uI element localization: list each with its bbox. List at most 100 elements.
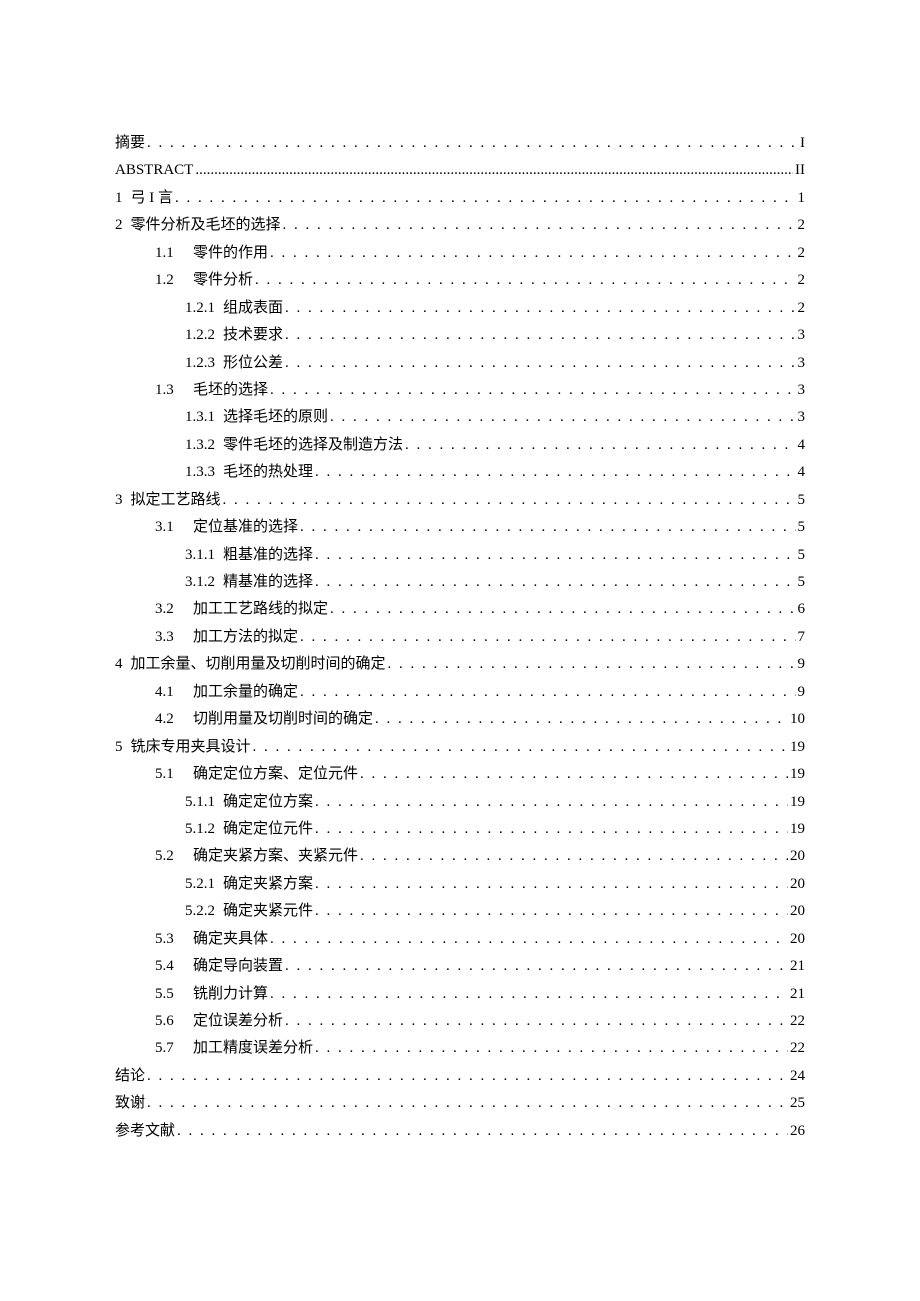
toc-entry-page: 3 xyxy=(798,377,806,404)
toc-entry-number: 3.3 xyxy=(155,624,193,651)
toc-entry-title: 弓 I 言 xyxy=(131,185,174,212)
toc-entry[interactable]: 5.2确定夹紧方案、夹紧元件20 xyxy=(115,843,805,870)
toc-entry[interactable]: 1.3毛坯的选择3 xyxy=(115,377,805,404)
toc-entry-page: 20 xyxy=(790,898,805,925)
toc-entry-page: 3 xyxy=(798,322,806,349)
toc-entry[interactable]: 1.2.3形位公差3 xyxy=(115,350,805,377)
toc-entry[interactable]: 1.2零件分析 2 xyxy=(115,267,805,294)
toc-entry-title: 定位基准的选择 xyxy=(193,514,298,541)
toc-leader-dots xyxy=(147,1063,788,1090)
toc-entry-page: 20 xyxy=(790,871,805,898)
toc-entry-number: 1.2 xyxy=(155,267,193,294)
toc-entry-number: 4.2 xyxy=(155,706,193,733)
toc-entry-page: 2 xyxy=(798,212,806,239)
toc-entry[interactable]: 摘要I xyxy=(115,130,805,157)
toc-leader-dots xyxy=(315,569,795,596)
toc-entry[interactable]: 2零件分析及毛坯的选择2 xyxy=(115,212,805,239)
toc-entry[interactable]: 5.4确定导向装置21 xyxy=(115,953,805,980)
toc-leader-dots xyxy=(270,377,795,404)
toc-leader-dots xyxy=(253,734,788,761)
toc-entry[interactable]: 3.1.1粗基准的选择5 xyxy=(115,542,805,569)
toc-entry[interactable]: 5.2.2确定夹紧元件20 xyxy=(115,898,805,925)
toc-entry-title: 定位误差分析 xyxy=(193,1008,283,1035)
toc-entry[interactable]: 3.3加工方法的拟定7 xyxy=(115,624,805,651)
toc-entry[interactable]: 1.3.3毛坯的热处理 4 xyxy=(115,459,805,486)
toc-entry[interactable]: ABSTRACT II xyxy=(115,157,805,184)
toc-entry[interactable]: 3.1定位基准的选择5 xyxy=(115,514,805,541)
toc-entry-number: 3.1.2 xyxy=(185,569,223,596)
toc-entry[interactable]: 4加工余量、切削用量及切削时间的确定9 xyxy=(115,651,805,678)
toc-entry[interactable]: 3.2加工工艺路线的拟定6 xyxy=(115,596,805,623)
toc-entry[interactable]: 结论24 xyxy=(115,1063,805,1090)
toc-entry-number: 3.2 xyxy=(155,596,193,623)
toc-entry-number: 5.1.1 xyxy=(185,789,223,816)
toc-entry-page: 2 xyxy=(798,267,806,294)
toc-entry[interactable]: 5.6定位误差分析22 xyxy=(115,1008,805,1035)
toc-entry-page: 4 xyxy=(798,432,806,459)
toc-entry[interactable]: 1.3.1选择毛坯的原则 3 xyxy=(115,404,805,431)
toc-entry-page: 22 xyxy=(790,1035,805,1062)
toc-entry-page: 25 xyxy=(790,1090,805,1117)
toc-entry-title: 零件分析及毛坯的选择 xyxy=(131,212,281,239)
toc-entry-page: 3 xyxy=(798,350,806,377)
toc-entry-number: 5.4 xyxy=(155,953,193,980)
toc-entry-number: 5.2.2 xyxy=(185,898,223,925)
toc-entry[interactable]: 5.5铣削力计算21 xyxy=(115,981,805,1008)
toc-entry-page: 3 xyxy=(798,404,806,431)
toc-entry-title: 致谢 xyxy=(115,1090,145,1117)
toc-entry[interactable]: 致谢 25 xyxy=(115,1090,805,1117)
toc-leader-dots xyxy=(175,185,796,212)
toc-leader-dots xyxy=(283,212,796,239)
toc-entry[interactable]: 5.1确定定位方案、定位元件19 xyxy=(115,761,805,788)
toc-entry-page: 6 xyxy=(798,596,806,623)
toc-leader-dots xyxy=(270,926,788,953)
toc-entry-page: 21 xyxy=(790,981,805,1008)
table-of-contents: 摘要IABSTRACTII1弓 I 言12零件分析及毛坯的选择21.1零件的作用… xyxy=(115,130,805,1145)
toc-entry-title: 零件分析 xyxy=(193,267,253,294)
toc-entry[interactable]: 4.1加工余量的确定9 xyxy=(115,679,805,706)
toc-entry-number: 4 xyxy=(115,651,131,678)
toc-leader-dots xyxy=(285,350,795,377)
toc-entry[interactable]: 5.3确定夹具体20 xyxy=(115,926,805,953)
toc-entry[interactable]: 1.2.1组成表面2 xyxy=(115,295,805,322)
toc-entry-number: 1.3.3 xyxy=(185,459,223,486)
toc-entry-page: 4 xyxy=(798,459,806,486)
toc-entry-title: 选择毛坯的原则 xyxy=(223,404,328,431)
toc-entry-page: 19 xyxy=(790,761,805,788)
toc-entry[interactable]: 1.2.2技术要求3 xyxy=(115,322,805,349)
toc-entry-number: 5.6 xyxy=(155,1008,193,1035)
toc-entry-title: ABSTRACT xyxy=(115,157,193,184)
toc-entry[interactable]: 5.1.1确定定位方案19 xyxy=(115,789,805,816)
toc-entry-title: 铣削力计算 xyxy=(193,981,268,1008)
toc-entry-title: 拟定工艺路线 xyxy=(131,487,221,514)
toc-entry-page: I xyxy=(800,130,805,157)
toc-entry-number: 3.1.1 xyxy=(185,542,223,569)
toc-entry-page: II xyxy=(795,157,805,184)
toc-entry[interactable]: 1.3.2零件毛坯的选择及制造方法4 xyxy=(115,432,805,459)
toc-leader-dots xyxy=(285,953,788,980)
toc-entry[interactable]: 1.1零件的作用2 xyxy=(115,240,805,267)
toc-entry-title: 确定夹具体 xyxy=(193,926,268,953)
toc-entry-number: 1.3.1 xyxy=(185,404,223,431)
toc-entry[interactable]: 5.2.1确定夹紧方案20 xyxy=(115,871,805,898)
toc-entry-number: 5 xyxy=(115,734,131,761)
toc-entry-page: 24 xyxy=(790,1063,805,1090)
toc-entry-number: 2 xyxy=(115,212,131,239)
toc-entry[interactable]: 5.7加工精度误差分析22 xyxy=(115,1035,805,1062)
toc-entry-page: 20 xyxy=(790,926,805,953)
toc-entry[interactable]: 参考文献26 xyxy=(115,1118,805,1145)
toc-entry-page: 5 xyxy=(798,569,806,596)
toc-entry[interactable]: 5.1.2确定定位元件19 xyxy=(115,816,805,843)
toc-leader-dots xyxy=(255,267,795,294)
toc-entry[interactable]: 4.2切削用量及切削时间的确定10 xyxy=(115,706,805,733)
toc-entry[interactable]: 5铣床专用夹具设计19 xyxy=(115,734,805,761)
toc-entry-number: 1.3 xyxy=(155,377,193,404)
toc-entry[interactable]: 3拟定工艺路线5 xyxy=(115,487,805,514)
toc-entry[interactable]: 3.1.2精基准的选择5 xyxy=(115,569,805,596)
toc-leader-dots xyxy=(270,240,795,267)
toc-entry-page: 1 xyxy=(798,185,806,212)
toc-entry[interactable]: 1弓 I 言1 xyxy=(115,185,805,212)
toc-leader-dots xyxy=(315,459,795,486)
toc-leader-dots xyxy=(195,157,793,184)
toc-entry-title: 毛坯的热处理 xyxy=(223,459,313,486)
